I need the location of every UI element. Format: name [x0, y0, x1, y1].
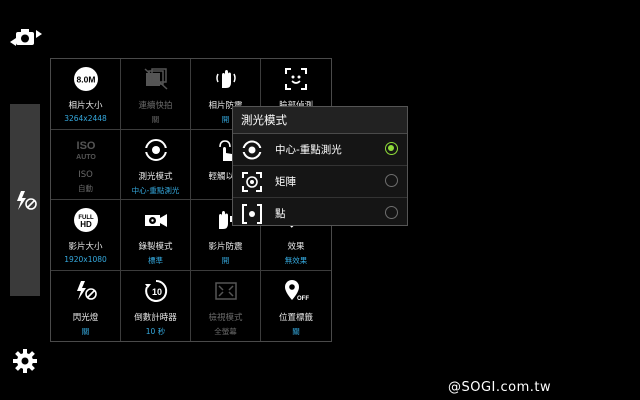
metering-icon — [142, 136, 170, 164]
photo-size-glyph: 8.0M — [76, 75, 95, 85]
setting-value: 無效果 — [284, 256, 308, 265]
option-spot[interactable]: 點 — [233, 198, 407, 229]
option-center-weighted[interactable]: 中心-重點測光 — [233, 134, 407, 166]
camera-switch-icon[interactable] — [8, 24, 44, 52]
setting-flash[interactable]: 閃光燈 關 — [51, 270, 121, 341]
setting-video-size[interactable]: FULL HD 影片大小 1920x1080 — [51, 200, 121, 271]
matrix-metering-icon — [242, 171, 262, 192]
setting-label: 影片大小 — [68, 242, 103, 252]
setting-photo-size[interactable]: 8.0M 相片大小 3264x2448 — [51, 59, 121, 130]
gear-icon[interactable] — [12, 348, 38, 374]
setting-label: ISO — [78, 169, 93, 180]
flash-off-icon — [72, 277, 100, 305]
setting-value: 標準 — [148, 256, 163, 265]
timer-glyph: 10 — [151, 287, 161, 297]
setting-value: 10 秒 — [145, 326, 166, 336]
radio-unselected[interactable] — [385, 206, 398, 219]
setting-label: 相片大小 — [68, 101, 103, 111]
setting-value: 關 — [151, 115, 160, 124]
setting-value: 開 — [221, 115, 230, 124]
center-weighted-icon — [241, 140, 263, 159]
setting-burst-shot[interactable]: 連續快拍 關 — [121, 59, 191, 130]
face-detection-icon — [282, 65, 310, 93]
setting-value: 1920x1080 — [64, 255, 107, 264]
metering-mode-popup: 測光模式 中心-重點測光 矩陣 點 — [232, 106, 408, 226]
option-label: 點 — [275, 208, 286, 220]
setting-view-mode[interactable]: 檢視模式 全螢幕 — [191, 270, 261, 341]
setting-label: 檢視模式 — [208, 312, 243, 323]
video-size-icon: FULL HD — [72, 206, 100, 234]
setting-location-tag[interactable]: OFF 位置標籤 關 — [261, 271, 331, 342]
setting-label: 錄製模式 — [138, 242, 173, 252]
setting-value: 關 — [81, 326, 90, 336]
setting-recording-mode[interactable]: 錄製模式 標準 — [121, 200, 191, 271]
setting-label: 閃光燈 — [72, 312, 99, 323]
setting-iso[interactable]: ISO AUTO ISO 自動 — [51, 129, 121, 200]
radio-selected[interactable] — [385, 142, 398, 155]
radio-unselected[interactable] — [385, 174, 398, 187]
setting-label: 測光模式 — [138, 171, 173, 182]
setting-value: 自動 — [78, 183, 93, 193]
setting-value: 開 — [221, 256, 230, 265]
option-label: 中心-重點測光 — [275, 144, 342, 156]
setting-label: 倒數計時器 — [134, 312, 177, 323]
camera-settings-screen: 8.0M 相片大小 3264x2448 連續快拍 關 相片防震 開 ISO AU… — [0, 0, 640, 400]
popup-title: 測光模式 — [233, 107, 407, 134]
anti-shake-hand-icon — [212, 65, 240, 93]
setting-label: 連續快拍 — [138, 101, 173, 111]
svg-text:AUTO: AUTO — [76, 154, 96, 161]
setting-metering[interactable]: 測光模式 中心-重點測光 — [121, 129, 191, 200]
iso-icon: ISO AUTO — [72, 136, 100, 164]
option-matrix[interactable]: 矩陣 — [233, 166, 407, 198]
setting-label: 效果 — [287, 242, 305, 252]
burst-shot-icon — [142, 65, 170, 93]
flash-off-icon[interactable] — [13, 188, 39, 214]
setting-value: 關 — [292, 326, 300, 336]
setting-value: 3264x2448 — [64, 114, 107, 123]
location-tag-icon: OFF — [282, 277, 310, 305]
setting-value: 中心-重點測光 — [131, 185, 180, 195]
recording-mode-icon — [142, 206, 170, 234]
timer-icon: 10 — [142, 277, 170, 305]
setting-value: 全螢幕 — [214, 326, 237, 336]
iso-glyph: ISO — [76, 140, 95, 152]
svg-text:HD: HD — [80, 220, 92, 229]
location-glyph: OFF — [297, 296, 309, 302]
watermark: @SOGI.com.tw — [448, 380, 552, 395]
option-label: 矩陣 — [275, 176, 296, 188]
spot-metering-icon — [242, 203, 262, 224]
setting-timer[interactable]: 10 倒數計時器 10 秒 — [121, 270, 191, 341]
setting-label: 位置標籤 — [278, 312, 313, 323]
view-mode-icon — [212, 277, 240, 305]
photo-size-icon: 8.0M — [72, 65, 100, 93]
setting-label: 影片防震 — [208, 242, 243, 252]
